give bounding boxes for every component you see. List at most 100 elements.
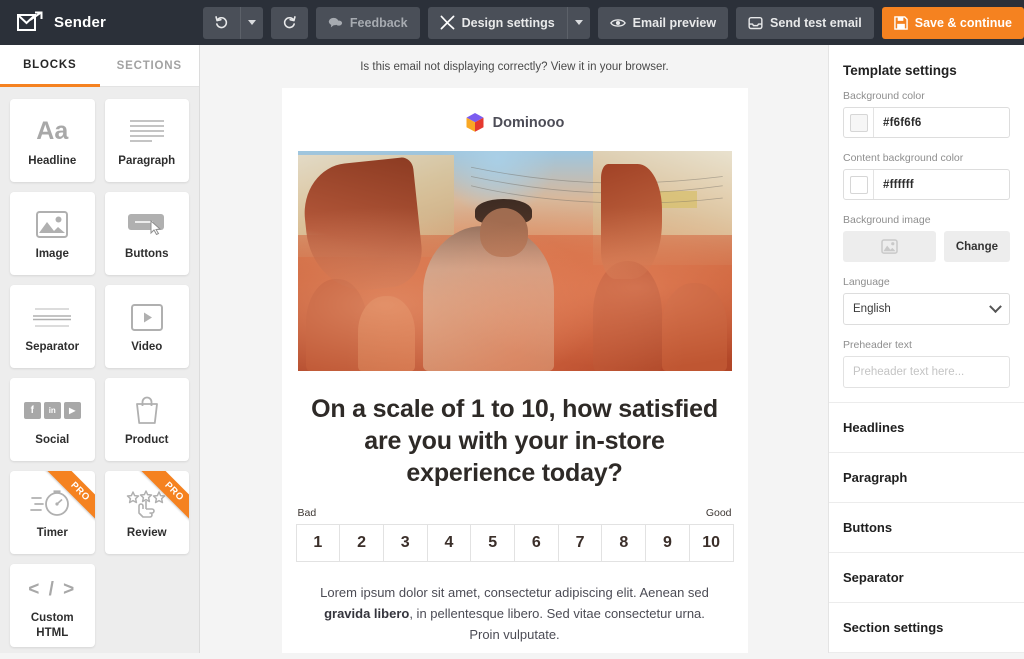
panel-title: Template settings [843, 63, 957, 78]
youtube-icon: ▶ [63, 401, 81, 419]
email-body-paragraph[interactable]: Lorem ipsum dolor sit amet, consectetur … [282, 562, 748, 653]
tab-blocks[interactable]: BLOCKS [0, 45, 100, 87]
email-headline[interactable]: On a scale of 1 to 10, how satisfied are… [282, 371, 748, 489]
block-buttons-label: Buttons [125, 248, 169, 261]
headline-aa-icon: Aa [36, 116, 69, 145]
block-paragraph-label: Paragraph [118, 155, 176, 168]
rating-cell[interactable]: 6 [514, 524, 558, 562]
stopwatch-icon [30, 484, 74, 522]
feedback-button[interactable]: Feedback [315, 6, 420, 39]
sidebar-tabs: BLOCKS SECTIONS [0, 45, 199, 87]
undo-icon [215, 16, 228, 29]
browser-view-notice: Is this email not displaying correctly? … [201, 45, 828, 88]
tab-sections[interactable]: SECTIONS [99, 45, 199, 87]
block-paragraph[interactable]: Paragraph [104, 99, 189, 182]
save-and-continue-button[interactable]: Save & continue [881, 6, 1024, 39]
redo-button[interactable] [270, 6, 308, 39]
top-toolbar: Sender Feedback Design settings Email pr… [0, 0, 1024, 45]
rating-low-label: Bad [297, 507, 317, 519]
accordion-headlines[interactable]: Headlines [829, 403, 1024, 453]
block-headline-label: Headline [28, 155, 77, 168]
envelope-arrow-icon [16, 11, 44, 35]
hero-color-powder-haze [297, 151, 732, 371]
save-and-continue-label: Save & continue [914, 15, 1012, 30]
app-title: Sender [54, 14, 107, 31]
language-label: Language [843, 276, 890, 288]
shopping-bag-icon [133, 391, 161, 429]
block-review[interactable]: PRO Review [104, 471, 189, 554]
rating-scale: 1 2 3 4 5 6 7 8 9 10 [295, 524, 734, 562]
rating-cell[interactable]: 2 [339, 524, 383, 562]
email-canvas: Is this email not displaying correctly? … [201, 45, 828, 653]
block-image[interactable]: Image [10, 192, 95, 275]
field-language: Language English [829, 276, 1024, 339]
block-custom-html[interactable]: < / > Custom HTML [10, 564, 95, 647]
content-background-color-label: Content background color [843, 152, 964, 164]
rating-cell[interactable]: 3 [382, 524, 427, 562]
field-background-image: Background image Change [829, 214, 1024, 276]
rating-cell[interactable]: 8 [601, 524, 646, 562]
feedback-label: Feedback [349, 15, 408, 30]
stars-hand-icon [124, 484, 170, 522]
social-icons: f in ▶ [23, 391, 81, 429]
rating-cell[interactable]: 9 [645, 524, 689, 562]
design-settings-group[interactable]: Design settings [427, 6, 590, 39]
code-icon: < / > [28, 579, 77, 601]
block-timer[interactable]: PRO Timer [10, 471, 95, 554]
accordion-buttons[interactable]: Buttons [829, 503, 1024, 553]
accordion-paragraph[interactable]: Paragraph [829, 453, 1024, 503]
preheader-text-placeholder: Preheader text here... [853, 366, 965, 378]
field-preheader-text: Preheader text Preheader text here... [829, 339, 1024, 402]
toolbar-actions: Feedback Design settings Email preview S… [202, 6, 1024, 39]
blocks-grid: Aa Headline Paragraph Image Buttons Sepa… [0, 87, 199, 659]
hero-image[interactable] [297, 151, 732, 371]
undo-history-caret[interactable] [240, 6, 263, 39]
rating-cell[interactable]: 7 [557, 524, 602, 562]
block-buttons[interactable]: Buttons [104, 192, 189, 275]
language-select[interactable]: English [843, 293, 1010, 325]
send-test-email-button[interactable]: Send test email [736, 6, 874, 39]
block-product[interactable]: Product [104, 378, 189, 461]
block-review-label: Review [126, 527, 167, 540]
content-background-color-input[interactable]: #ffffff [843, 169, 1010, 200]
block-video[interactable]: Video [104, 285, 189, 368]
background-color-input[interactable]: #f6f6f6 [843, 107, 1010, 138]
linkedin-icon: in [43, 401, 61, 419]
email-preview-button[interactable]: Email preview [597, 6, 729, 39]
accordion-separator[interactable]: Separator [829, 553, 1024, 603]
design-settings-button[interactable]: Design settings [427, 6, 568, 39]
preheader-text-input[interactable]: Preheader text here... [843, 356, 1010, 388]
chevron-down-icon [989, 299, 1002, 313]
block-separator-label: Separator [25, 341, 80, 354]
background-color-value: #f6f6f6 [883, 116, 922, 129]
undo-button[interactable] [202, 6, 241, 39]
background-image-change-button[interactable]: Change [943, 231, 1010, 262]
separator-icon [32, 298, 72, 336]
content-background-color-swatch[interactable] [844, 170, 874, 199]
block-social[interactable]: f in ▶ Social [10, 378, 95, 461]
block-separator[interactable]: Separator [10, 285, 95, 368]
accordion-section-settings[interactable]: Section settings [829, 603, 1024, 653]
template-settings-panel: Template settings Background color #f6f6… [828, 45, 1024, 653]
background-color-swatch[interactable] [844, 108, 874, 137]
undo-group[interactable] [202, 6, 263, 39]
rating-cell[interactable]: 5 [470, 524, 515, 562]
inbox-icon [748, 16, 763, 29]
rating-scale-labels: Bad Good [296, 507, 734, 524]
block-video-label: Video [131, 341, 163, 354]
email-sheet: Dominooo On a scale of 1 to 10, how sati… [281, 88, 748, 653]
background-image-label: Background image [843, 214, 931, 226]
rating-cell[interactable]: 10 [688, 524, 734, 562]
email-logo-block[interactable]: Dominooo [282, 88, 748, 151]
redo-icon [283, 16, 296, 29]
block-custom-html-label: Custom HTML [30, 612, 74, 639]
design-settings-caret[interactable] [567, 6, 590, 39]
chevron-down-icon [247, 20, 256, 25]
rating-cell[interactable]: 4 [426, 524, 471, 562]
chevron-down-icon [574, 20, 583, 25]
block-product-label: Product [125, 434, 169, 447]
rating-cell[interactable]: 1 [295, 524, 340, 562]
block-timer-label: Timer [36, 527, 68, 540]
block-headline[interactable]: Aa Headline [10, 99, 95, 182]
background-image-preview[interactable] [843, 231, 936, 262]
